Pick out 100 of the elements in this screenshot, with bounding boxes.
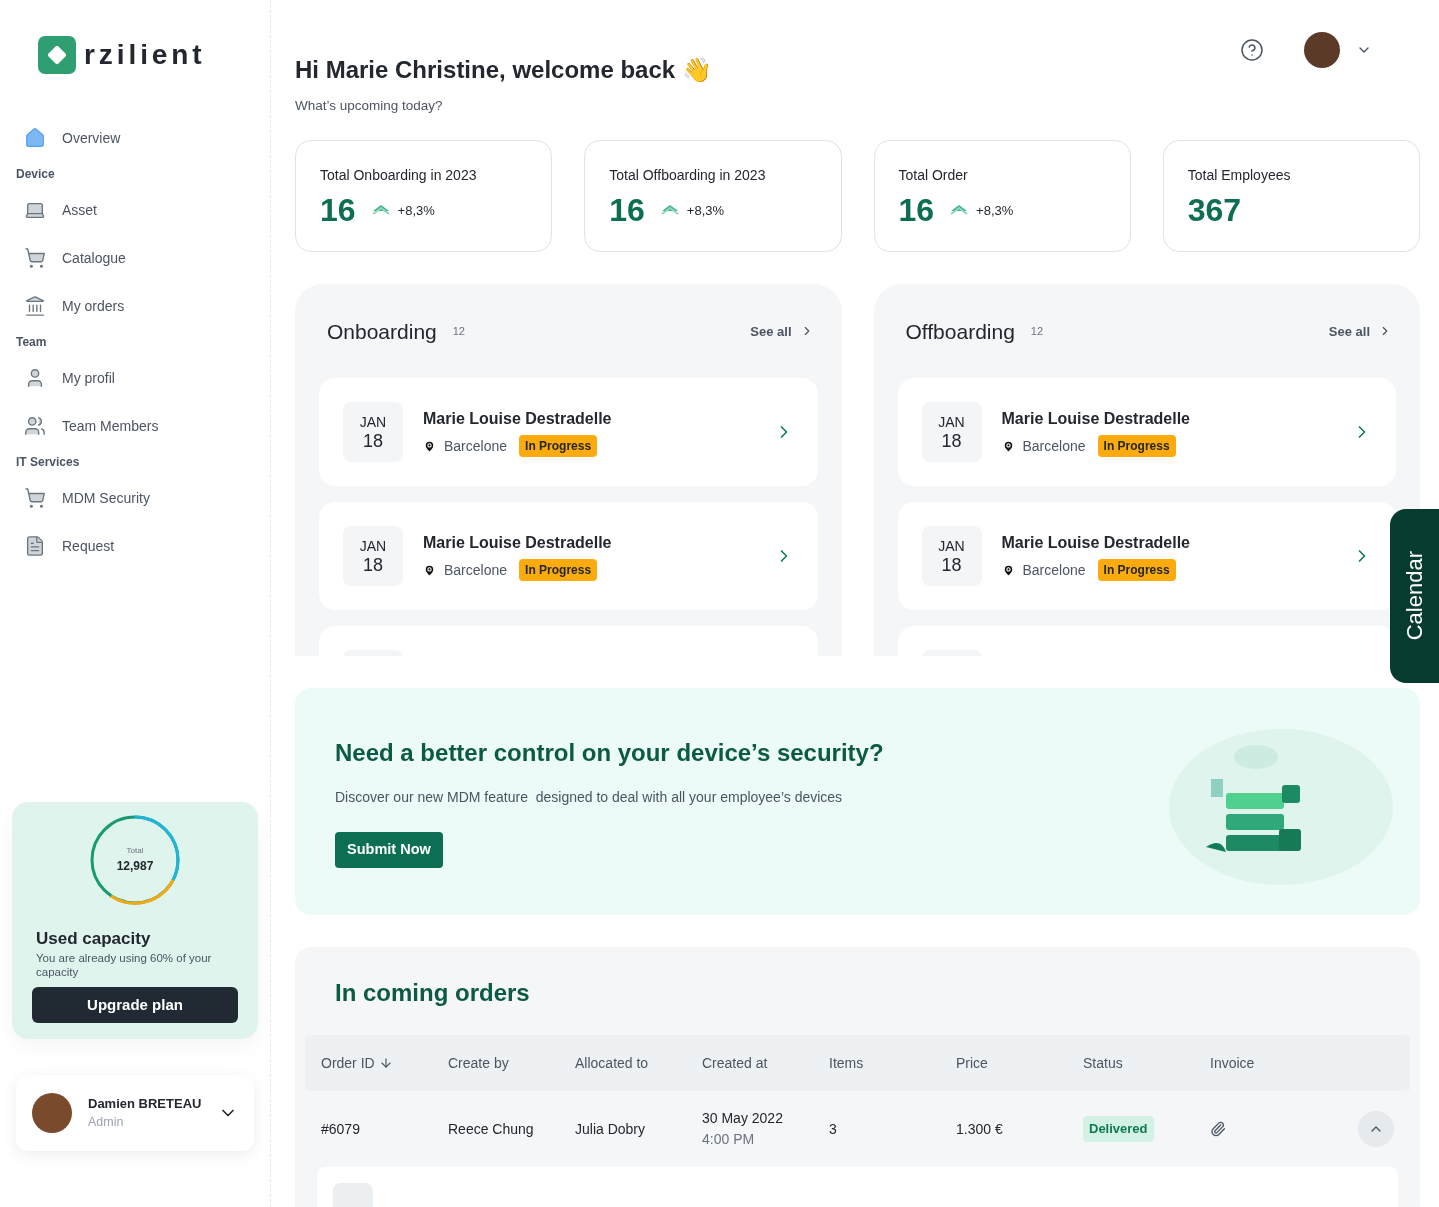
panel-title: Offboarding (905, 318, 1015, 345)
table-cell-text: 30 May 2022 (702, 1109, 784, 1128)
stat-change: +8,3% (686, 201, 725, 220)
user-name: Damien BRETEAU (88, 1094, 202, 1113)
location-text: Barcelone (444, 560, 508, 580)
users-icon (24, 415, 46, 437)
date-day: 18 (363, 432, 383, 452)
person-card[interactable]: JAN 18 Marie Louise Destradelle Barcelone In Progress (897, 502, 1396, 611)
banner-text: Discover our new MDM feature designed to deal with all your employee’s devices (335, 788, 844, 808)
see-all-link[interactable]: See all (750, 321, 814, 341)
trend-up-icon (660, 204, 679, 217)
status-badge: In Progress (1097, 435, 1176, 458)
column-header[interactable]: Order ID (321, 1052, 448, 1074)
orders-title: In coming orders (334, 978, 531, 1008)
column-header: Price (956, 1053, 989, 1073)
location-pin-icon (1001, 563, 1015, 577)
logo-icon (38, 36, 76, 74)
stat-value: 367 (1187, 191, 1242, 231)
panel-count: 12 (1030, 324, 1044, 339)
date-day: 18 (363, 556, 383, 576)
column-header: Create by (448, 1053, 510, 1073)
status-badge: In Progress (519, 435, 598, 458)
submit-now-button[interactable]: Submit Now (335, 832, 443, 869)
stat-value: 16 (609, 191, 645, 231)
location-text: Barcelone (444, 436, 508, 456)
paperclip-icon[interactable] (1210, 1121, 1226, 1137)
stat-change: +8,3% (397, 201, 435, 220)
person-name: Marie Louise Destradelle (423, 409, 613, 430)
person-card[interactable]: JAN 18 Marie Louise Destradelle Barcelone In Progress (897, 378, 1396, 487)
person-card[interactable]: JAN 18 Marie Louise Destradelle Barcelone In Progress (319, 502, 818, 611)
nav-section-label: Team (15, 334, 47, 351)
stat-value: 16 (320, 191, 356, 231)
banner-title: Need a better control on your device’s security? (335, 738, 885, 769)
column-header: Created at (702, 1053, 769, 1073)
greeting-heading: Hi Marie Christine, welcome back 👋 (295, 55, 712, 85)
user-role: Admin (88, 1114, 125, 1132)
donut-total-value: 12,987 (116, 857, 154, 875)
nav-section-label: IT Services (15, 454, 80, 471)
nav-item[interactable]: Catalogue (0, 234, 270, 282)
date-month: JAN (938, 537, 965, 557)
table-cell-time: 4:00 PM (702, 1130, 756, 1149)
see-all-link[interactable]: See all (1328, 321, 1392, 341)
row-toggle-button[interactable] (1358, 1111, 1394, 1147)
date-month: JAN (359, 413, 387, 433)
nav-item[interactable]: My profil (0, 354, 270, 402)
table-cell-text: Julia Dobry (575, 1119, 647, 1139)
date-day: 18 (941, 556, 962, 576)
status-badge: Delivered (1083, 1116, 1154, 1142)
document-icon (24, 535, 46, 557)
stat-label: Total Employees (1187, 166, 1292, 186)
stat-label: Total Offboarding in 2023 (609, 166, 767, 186)
stat-label: Total Onboarding in 2023 (320, 166, 478, 186)
capacity-text: You are already using 60% of your capacity (36, 951, 213, 979)
table-cell-text: Reece Chung (448, 1119, 535, 1139)
capacity-title: Used capacity (36, 927, 152, 950)
person-name: Marie Louise Destradelle (423, 533, 613, 554)
greeting-subtitle: What’s upcoming today? (295, 97, 444, 115)
column-header: Allocated to (575, 1053, 650, 1073)
house-icon (24, 127, 46, 149)
stat-label: Total Order (898, 166, 969, 186)
status-badge: In Progress (1097, 559, 1176, 582)
date-day: 18 (941, 432, 962, 452)
nav-item[interactable]: Team Members (0, 402, 270, 450)
table-cell-text: 1.300 € (956, 1119, 1004, 1139)
stat-value: 16 (898, 191, 935, 231)
status-badge: In Progress (519, 559, 598, 582)
table-cell-text: #6079 (321, 1119, 361, 1139)
nav-item[interactable]: Overview (0, 114, 270, 162)
donut-total-label: Total (126, 844, 144, 857)
panel-count: 12 (452, 324, 465, 339)
location-text: Barcelone (1022, 560, 1086, 580)
person-name: Marie Louise Destradelle (1001, 533, 1191, 554)
user-card[interactable]: Damien BRETEAU Admin (16, 1075, 254, 1151)
trend-up-icon (371, 204, 390, 217)
date-month: JAN (359, 537, 387, 557)
column-header: Status (1083, 1053, 1124, 1073)
nav-item[interactable]: MDM Security (0, 474, 270, 522)
person-card[interactable]: JAN 18 Marie Louise Destradelle Barcelone In Progress (319, 378, 818, 487)
nav-item[interactable]: My orders (0, 282, 270, 330)
help-icon[interactable] (1240, 38, 1264, 62)
table-cell-text: 3 (829, 1119, 838, 1139)
nav-item[interactable]: Request (0, 522, 270, 570)
location-pin-icon (423, 563, 436, 577)
panel-title: Onboarding (327, 318, 437, 345)
cart-icon (24, 487, 46, 509)
stat-change: +8,3% (976, 201, 1014, 220)
logo-wordmark: rzilient (84, 38, 206, 72)
upgrade-plan-button[interactable]: Upgrade plan (32, 987, 238, 1023)
trend-up-icon (950, 204, 969, 217)
nav-section-label: Device (15, 166, 55, 183)
column-header: Invoice (1210, 1053, 1256, 1073)
calendar-tab[interactable]: Calendar (1390, 509, 1439, 683)
location-pin-icon (423, 439, 436, 453)
location-pin-icon (1001, 439, 1015, 453)
person-name: Marie Louise Destradelle (1001, 409, 1191, 430)
location-text: Barcelone (1022, 436, 1086, 456)
column-header: Items (829, 1053, 865, 1073)
date-month: JAN (938, 413, 965, 433)
nav-item[interactable]: Asset (0, 186, 270, 234)
cart-icon (24, 247, 46, 269)
